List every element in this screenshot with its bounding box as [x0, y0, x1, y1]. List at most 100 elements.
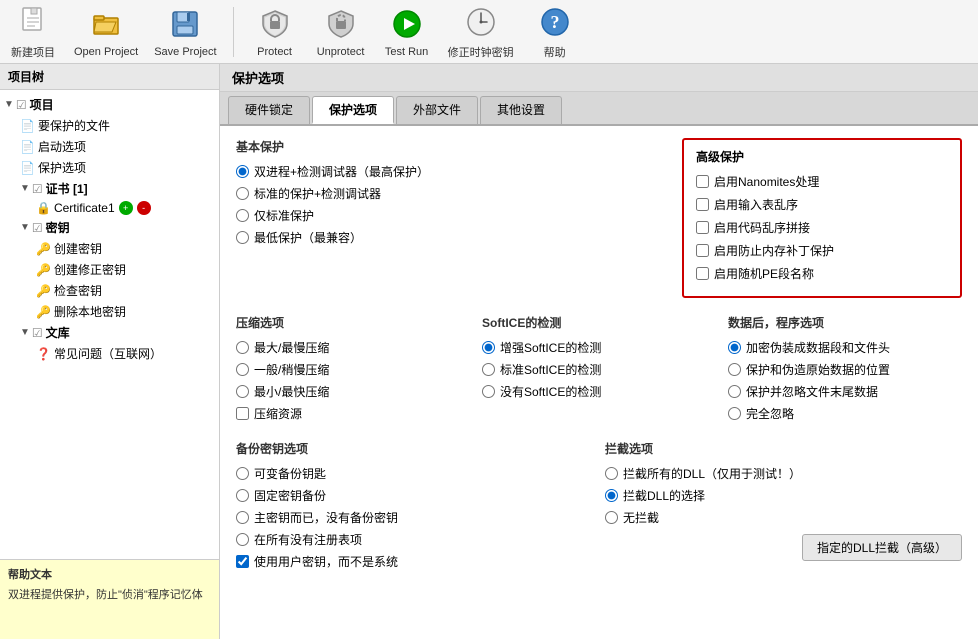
test-run-button[interactable]: Test Run: [382, 6, 432, 58]
unprotect-button[interactable]: Unprotect: [316, 6, 366, 58]
random-pe-checkbox[interactable]: [696, 267, 709, 280]
sidebar-item-delete-key[interactable]: 🔑 删除本地密钥: [0, 301, 219, 322]
sidebar-item-startup[interactable]: 📄 启动选项: [0, 136, 219, 157]
ignore-all-radio[interactable]: [728, 407, 741, 420]
tab-other-settings[interactable]: 其他设置: [480, 96, 562, 124]
advanced-protection-title: 高级保护: [696, 148, 948, 165]
master-key-only-radio[interactable]: [236, 511, 249, 524]
content-panel: 高级保护 启用Nanomites处理 启用输入表乱序 启用代码乱序拼接: [220, 126, 978, 639]
startup-icon: 📄: [20, 140, 35, 154]
ignore-file-tail-radio[interactable]: [728, 385, 741, 398]
check-key-label: 检查密钥: [54, 282, 102, 299]
softice-standard-radio[interactable]: [482, 363, 495, 376]
variable-backup-radio[interactable]: [236, 467, 249, 480]
keys-icon: ☑: [32, 221, 43, 235]
memory-patch-checkbox[interactable]: [696, 244, 709, 257]
open-project-button[interactable]: Open Project: [74, 6, 138, 58]
softice-none-radio[interactable]: [482, 385, 495, 398]
no-reg-table-radio[interactable]: [236, 533, 249, 546]
prot-options-label: 保护选项: [38, 159, 86, 176]
sidebar-title: 项目树: [0, 64, 219, 90]
intercept-selected-radio[interactable]: [605, 489, 618, 502]
sidebar-item-faq[interactable]: ❓ 常见问题（互联网）: [0, 343, 219, 364]
standard-only-radio[interactable]: [236, 209, 249, 222]
lib-arrow: ▼: [20, 327, 30, 338]
compression-title: 压缩选项: [236, 314, 470, 331]
cert-icon: ☑: [32, 182, 43, 196]
sidebar-item-keys[interactable]: ▼ ☑ 密钥: [0, 217, 219, 238]
new-project-button[interactable]: 新建项目: [8, 4, 58, 60]
data-program-section: 数据后，程序选项 加密伪装成数据段和文件头 保护和伪造原始数据的位置 保护并忽略…: [728, 314, 962, 428]
svg-text:?: ?: [550, 12, 559, 32]
code-disorder-checkbox[interactable]: [696, 221, 709, 234]
fix-clock-key-label: 修正时钟密钥: [448, 44, 514, 60]
sidebar-item-create-mod-key[interactable]: 🔑 创建修正密钥: [0, 259, 219, 280]
standard-detect-row: 标准的保护+检测调试器: [236, 185, 666, 202]
create-mod-key-icon: 🔑: [36, 263, 51, 277]
sidebar-item-create-key[interactable]: 🔑 创建密钥: [0, 238, 219, 259]
sidebar-item-cert1[interactable]: 🔒 Certificate1 + -: [0, 199, 219, 217]
sidebar-item-files[interactable]: 📄 要保护的文件: [0, 115, 219, 136]
sidebar-item-certificates[interactable]: ▼ ☑ 证书 [1]: [0, 178, 219, 199]
intercept-all-radio[interactable]: [605, 467, 618, 480]
standard-detect-radio[interactable]: [236, 187, 249, 200]
test-run-icon: [389, 6, 425, 42]
project-label: 项目: [30, 96, 54, 113]
dual-process-row: 双进程+检测调试器（最高保护）: [236, 163, 666, 180]
softice-enhanced-label: 增强SoftICE的检测: [500, 339, 601, 356]
no-intercept-row: 无拦截: [605, 509, 962, 526]
sidebar-item-check-key[interactable]: 🔑 检查密钥: [0, 280, 219, 301]
advanced-protection-box: 高级保护 启用Nanomites处理 启用输入表乱序 启用代码乱序拼接: [682, 138, 962, 298]
max-slow-row: 最大/最慢压缩: [236, 339, 470, 356]
compress-res-checkbox[interactable]: [236, 407, 249, 420]
cert1-icon: 🔒: [36, 201, 51, 215]
use-user-key-checkbox[interactable]: [236, 555, 249, 568]
preserve-source-radio[interactable]: [728, 363, 741, 376]
min-compat-radio[interactable]: [236, 231, 249, 244]
max-slow-radio[interactable]: [236, 341, 249, 354]
create-mod-key-label: 创建修正密钥: [54, 261, 126, 278]
dual-process-radio[interactable]: [236, 165, 249, 178]
help-panel-content: 双进程提供保护，防止"侦消"程序记忆体: [8, 586, 211, 602]
softice-enhanced-row: 增强SoftICE的检测: [482, 339, 716, 356]
tab-protection-options[interactable]: 保护选项: [312, 96, 394, 124]
min-fast-radio[interactable]: [236, 385, 249, 398]
master-key-only-row: 主密钥而已，没有备份密钥: [236, 509, 593, 526]
standard-only-row: 仅标准保护: [236, 207, 666, 224]
tab-external-files[interactable]: 外部文件: [396, 96, 478, 124]
sidebar-item-protection-options[interactable]: 📄 保护选项: [0, 157, 219, 178]
check-key-icon: 🔑: [36, 284, 51, 298]
random-pe-label: 启用随机PE段名称: [714, 265, 814, 282]
sidebar-item-library[interactable]: ▼ ☑ 文库: [0, 322, 219, 343]
fixed-backup-radio[interactable]: [236, 489, 249, 502]
test-run-label: Test Run: [385, 46, 428, 58]
save-project-button[interactable]: Save Project: [154, 6, 216, 58]
sidebar-item-project[interactable]: ▼ ☑ 项目: [0, 94, 219, 115]
nanomites-label: 启用Nanomites处理: [714, 173, 819, 190]
cert-label: 证书 [1]: [46, 180, 88, 197]
dll-intercept-button[interactable]: 指定的DLL拦截（高级）: [802, 534, 962, 561]
softice-enhanced-radio[interactable]: [482, 341, 495, 354]
normal-slow-radio[interactable]: [236, 363, 249, 376]
toolbar-sep-1: [233, 7, 234, 57]
tab-hardware-lock[interactable]: 硬件锁定: [228, 96, 310, 124]
ignore-all-label: 完全忽略: [746, 405, 794, 422]
standard-detect-label: 标准的保护+检测调试器: [254, 185, 381, 202]
softice-none-label: 没有SoftICE的检测: [500, 383, 601, 400]
code-disorder-label: 启用代码乱序拼接: [714, 219, 810, 236]
softice-title: SoftICE的检测: [482, 314, 716, 331]
fix-clock-key-button[interactable]: 修正时钟密钥: [448, 4, 514, 60]
min-fast-row: 最小/最快压缩: [236, 383, 470, 400]
input-table-checkbox[interactable]: [696, 198, 709, 211]
intercept-title: 拦截选项: [605, 440, 962, 457]
no-intercept-radio[interactable]: [605, 511, 618, 524]
open-project-icon: [88, 6, 124, 42]
nanomites-checkbox[interactable]: [696, 175, 709, 188]
intercept-all-row: 拦截所有的DLL（仅用于测试！）: [605, 465, 962, 482]
memory-patch-label: 启用防止内存补丁保护: [714, 242, 834, 259]
help-button[interactable]: ? 帮助: [530, 4, 580, 60]
no-intercept-label: 无拦截: [623, 509, 659, 526]
protect-button[interactable]: Protect: [250, 6, 300, 58]
softice-standard-label: 标准SoftICE的检测: [500, 361, 601, 378]
add-fake-data-radio[interactable]: [728, 341, 741, 354]
